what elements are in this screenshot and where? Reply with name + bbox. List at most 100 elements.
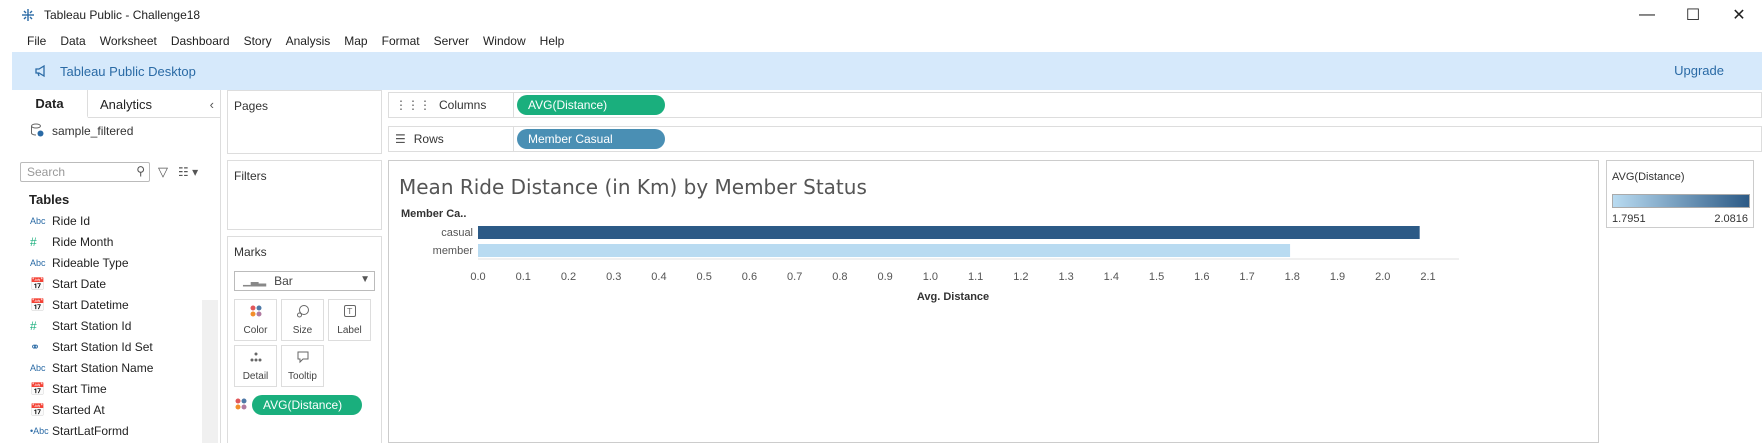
field-item[interactable]: Abc Start Station Name [12,357,220,378]
string-type-icon: Abc [30,362,46,373]
color-legend[interactable]: AVG(Distance) 1.7951 2.0816 [1606,160,1754,228]
datasource-item[interactable]: sample_filtered [12,118,220,144]
close-button[interactable]: ✕ [1716,0,1762,30]
tooltip-icon [296,350,310,367]
x-tick-label: 0.3 [606,271,621,283]
maximize-button[interactable]: ☐ [1670,0,1716,30]
data-pane-scrollbar[interactable] [202,300,218,443]
field-item[interactable]: # Start Station Id [12,315,220,336]
rows-pill[interactable]: Member Casual [517,129,665,149]
color-label: Color [243,325,268,336]
field-item[interactable]: 📅 Start Time [12,378,220,399]
menu-analysis[interactable]: Analysis [279,34,338,48]
row-header: Member Ca.. [401,208,466,220]
tableau-logo-icon [20,7,36,23]
tooltip-button[interactable]: Tooltip [281,345,324,387]
menu-dashboard[interactable]: Dashboard [164,34,237,48]
filters-card[interactable]: Filters [227,160,382,230]
data-pane: Data Analytics ‹ sample_filtered Search … [12,90,221,443]
label-button[interactable]: T Label [328,299,371,341]
field-item[interactable]: •Abc StartLatFormd [12,420,220,441]
field-item[interactable]: 📅 Started At [12,399,220,420]
detail-label: Detail [242,371,269,382]
svg-text:T: T [346,307,352,316]
banner-title: Tableau Public Desktop [60,63,196,79]
color-icon [249,304,263,321]
rows-shelf[interactable]: ☰ Rows Member Casual [388,126,1762,152]
field-item[interactable]: Abc Rideable Type [12,252,220,273]
x-axis-label: Avg. Distance [917,291,989,303]
columns-icon: ⋮⋮⋮ [395,98,431,112]
number-type-icon: # [30,234,37,249]
detail-button[interactable]: Detail [234,345,277,387]
bar-member [478,244,1291,257]
size-label: Size [292,325,313,336]
x-tick-label: 0.9 [877,271,892,283]
set-type-icon: ⚭ [30,339,41,354]
menu-map[interactable]: Map [337,34,374,48]
x-tick-label: 0.7 [787,271,802,283]
field-item[interactable]: 📅 Start Date [12,273,220,294]
legend-gradient [1612,194,1750,208]
bar-chart: Member Ca.. casual member 0.0 0.1 0.2 0.3 0.4 0.… [401,208,1459,303]
megaphone-icon [34,63,50,79]
worksheet-view: Mean Ride Distance (in Km) by Member Sta… [388,160,1599,443]
x-tick-label: 1.8 [1285,271,1300,283]
menu-format[interactable]: Format [375,34,427,48]
size-button[interactable]: Size [281,299,324,341]
pages-card[interactable]: Pages [227,90,382,154]
bar-chart-icon: ▁▃▂ [243,275,267,287]
field-item[interactable]: Abc Ride Id [12,210,220,231]
field-name: StartLatFormd [52,423,129,438]
string-type-icon: Abc [30,257,46,268]
x-tick-label: 0.0 [470,271,485,283]
label-icon: T [343,304,357,321]
color-button[interactable]: Color [234,299,277,341]
menu-file[interactable]: File [20,34,53,48]
string-type-icon: Abc [30,215,46,226]
view-options-icon[interactable]: ☷ ▾ [178,165,198,179]
datetime-type-icon: 📅 [30,381,45,396]
date-type-icon: 📅 [30,276,45,291]
x-tick-label: 0.6 [742,271,757,283]
menu-worksheet[interactable]: Worksheet [93,34,164,48]
x-tick-label: 1.5 [1149,271,1164,283]
title-bar: Tableau Public - Challenge18 — ☐ ✕ [12,0,1762,30]
field-name: Started At [52,402,105,417]
field-item[interactable]: ⚭ Start Station Id Set [12,336,220,357]
columns-pill[interactable]: AVG(Distance) [517,95,665,115]
pages-title: Pages [234,99,269,113]
color-encoding-icon [234,397,248,414]
field-name: Start Time [52,381,107,396]
collapse-pane-icon[interactable]: ‹ [210,97,214,112]
legend-min: 1.7951 [1612,213,1646,225]
mark-type-select[interactable]: ▁▃▂ Bar ▼ [234,271,375,291]
field-item[interactable]: # Ride Month [12,231,220,252]
columns-shelf[interactable]: ⋮⋮⋮ Columns AVG(Distance) [388,92,1762,118]
datasource-icon [30,123,44,140]
field-name: Ride Id [52,213,91,228]
legend-title: AVG(Distance) [1612,171,1685,183]
field-item[interactable]: 📅 Start Datetime [12,294,220,315]
menu-window[interactable]: Window [476,34,533,48]
menu-server[interactable]: Server [427,34,476,48]
menu-story[interactable]: Story [237,34,279,48]
filter-icon[interactable]: ▽ [158,164,168,180]
search-input[interactable]: Search ⚲ [20,162,150,182]
upgrade-link[interactable]: Upgrade [1674,63,1724,78]
minimize-button[interactable]: — [1624,0,1670,30]
tab-data[interactable]: Data [12,90,88,118]
tables-heading: Tables [29,191,70,207]
tab-analytics[interactable]: Analytics [88,90,164,118]
field-name: Start Station Id [52,318,132,333]
detail-icon [249,350,263,367]
x-tick-label: 2.1 [1420,271,1435,283]
x-tick-label: 0.4 [651,271,666,283]
color-field-pill[interactable]: AVG(Distance) [252,395,362,415]
category-label: member [433,245,474,257]
x-tick-label: 1.9 [1330,271,1345,283]
menu-data[interactable]: Data [53,34,92,48]
menu-bar: File Data Worksheet Dashboard Story Anal… [12,30,1762,52]
menu-help[interactable]: Help [533,34,572,48]
number-type-icon: # [30,318,37,333]
